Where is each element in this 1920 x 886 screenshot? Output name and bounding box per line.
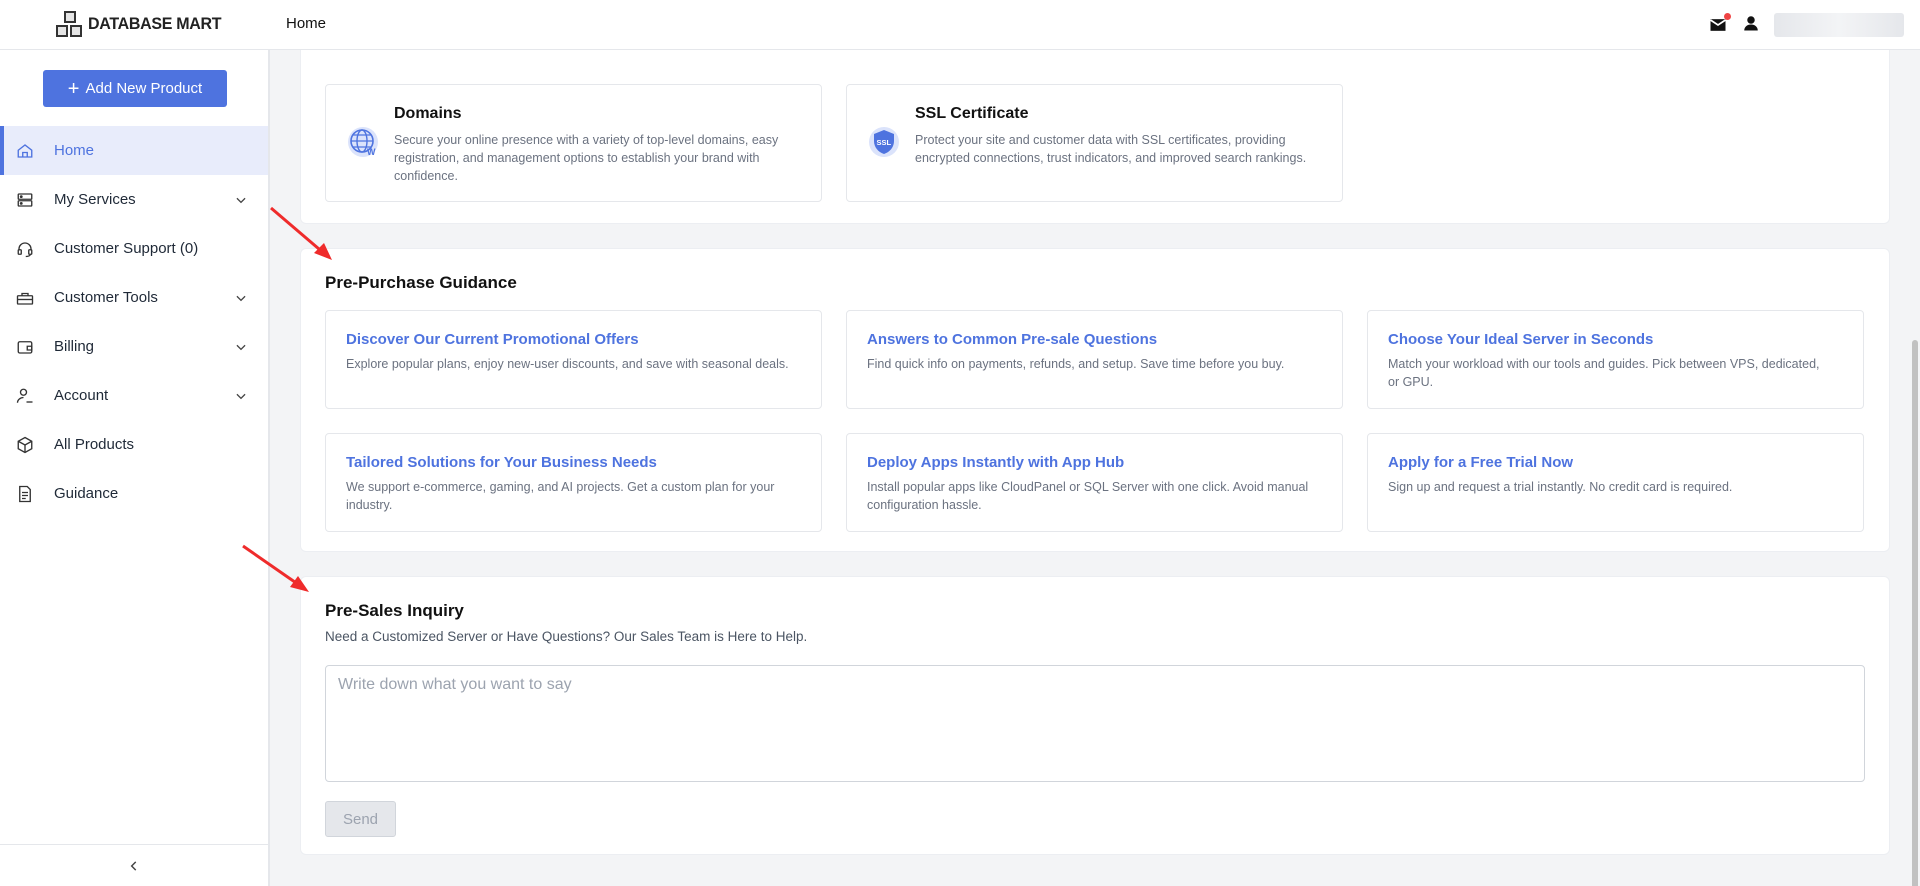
inquiry-textarea[interactable] [325,665,1865,782]
guidance-link[interactable]: Discover Our Current Promotional Offers [346,331,639,348]
logo[interactable]: DATABASE MART [56,11,222,39]
document-icon [15,484,35,504]
section-title: Pre-Sales Inquiry [325,601,464,620]
sidebar-item-label: Home [54,142,95,159]
service-item-ssl[interactable]: SSL SSL Certificate Protect your site an… [846,84,1343,202]
sidebar-item-label: Customer Tools [54,289,158,306]
chevron-left-icon [130,860,137,871]
chevron-down-icon [236,344,246,350]
chevron-down-icon [236,393,246,399]
sidebar-item-billing[interactable]: Billing [0,322,268,371]
guidance-item[interactable]: Deploy Apps Instantly with App Hub Insta… [846,433,1343,532]
notification-dot [1724,13,1731,20]
sidebar-nav: Home My Services Customer Support (0) Cu… [0,126,268,518]
service-description: Secure your online presence with a varie… [394,133,779,183]
annotation-arrow-icon [242,544,309,592]
inquiry-subtitle: Need a Customized Server or Have Questio… [325,629,808,644]
chevron-down-icon [236,295,246,301]
service-item-domains[interactable]: W Domains Secure your online presence wi… [325,84,822,202]
headset-icon [15,239,35,259]
guidance-description: Install popular apps like CloudPanel or … [867,480,1309,512]
section-title: Pre-Purchase Guidance [325,273,517,292]
user-icon[interactable] [1742,14,1760,37]
sidebar-item-all-products[interactable]: All Products [0,420,268,469]
plus-icon: + [67,77,80,100]
sidebar-item-label: My Services [54,191,136,208]
send-button[interactable]: Send [325,801,396,837]
sidebar-item-label: Guidance [54,485,119,502]
chevron-down-icon [236,197,246,203]
mail-icon[interactable] [1708,13,1731,35]
user-settings-icon [15,386,35,406]
guidance-item[interactable]: Answers to Common Pre-sale Questions Fin… [846,310,1343,409]
guidance-description: Match your workload with our tools and g… [1388,357,1820,389]
sidebar-item-account[interactable]: Account [0,371,268,420]
page-scrollbar[interactable] [1910,50,1920,886]
add-new-product-button[interactable]: + Add New Product [43,70,227,107]
guidance-link[interactable]: Choose Your Ideal Server in Seconds [1388,331,1653,348]
svg-text:SSL: SSL [877,138,892,147]
guidance-description: Explore popular plans, enjoy new-user di… [346,357,789,371]
sidebar-item-home[interactable]: Home [0,126,268,175]
sidebar: + Add New Product Home My Services Custo… [0,50,270,886]
guidance-item[interactable]: Discover Our Current Promotional Offers … [325,310,822,409]
guidance-link[interactable]: Apply for a Free Trial Now [1388,454,1573,471]
server-icon [15,190,35,210]
service-description: Protect your site and customer data with… [915,133,1307,165]
logo-mark-icon [56,11,84,39]
sidebar-item-customer-tools[interactable]: Customer Tools [0,273,268,322]
service-title: SSL Certificate [915,105,1029,122]
guidance-description: Find quick info on payments, refunds, an… [867,357,1285,371]
user-name-blurred[interactable] [1774,13,1904,37]
toolbox-icon [15,288,35,308]
services-card: W Domains Secure your online presence wi… [300,28,1890,224]
guidance-item[interactable]: Tailored Solutions for Your Business Nee… [325,433,822,532]
pre-sales-inquiry-card: Pre-Sales Inquiry Need a Customized Serv… [300,576,1890,855]
logo-text: DATABASE MART [88,15,222,34]
annotation-arrow-icon [270,206,332,260]
sidebar-item-label: All Products [54,436,135,453]
home-icon [15,141,35,161]
guidance-link[interactable]: Tailored Solutions for Your Business Nee… [346,454,657,471]
collapse-sidebar-button[interactable] [0,844,268,886]
page-title: Home [286,15,327,32]
pre-purchase-guidance-card: Pre-Purchase Guidance Discover Our Curre… [300,248,1890,552]
globe-icon: W [348,127,378,157]
sidebar-item-guidance[interactable]: Guidance [0,469,268,518]
scrollbar-thumb[interactable] [1912,340,1918,886]
ssl-shield-icon: SSL [869,127,899,157]
sidebar-item-label: Customer Support (0) [54,240,199,257]
add-new-product-label: Add New Product [85,80,203,97]
sidebar-item-label: Billing [54,338,95,355]
top-header: DATABASE MART Home [0,0,1920,50]
sidebar-item-my-services[interactable]: My Services [0,175,268,224]
wallet-icon [15,337,35,357]
service-title: Domains [394,105,462,122]
sidebar-item-customer-support[interactable]: Customer Support (0) [0,224,268,273]
sidebar-item-label: Account [54,387,109,404]
guidance-description: We support e-commerce, gaming, and AI pr… [346,480,775,512]
guidance-link[interactable]: Answers to Common Pre-sale Questions [867,331,1157,348]
guidance-link[interactable]: Deploy Apps Instantly with App Hub [867,454,1124,471]
guidance-description: Sign up and request a trial instantly. N… [1388,480,1733,494]
box-icon [15,435,35,455]
guidance-item[interactable]: Choose Your Ideal Server in Seconds Matc… [1367,310,1864,409]
svg-text:W: W [367,147,376,157]
guidance-item[interactable]: Apply for a Free Trial Now Sign up and r… [1367,433,1864,532]
